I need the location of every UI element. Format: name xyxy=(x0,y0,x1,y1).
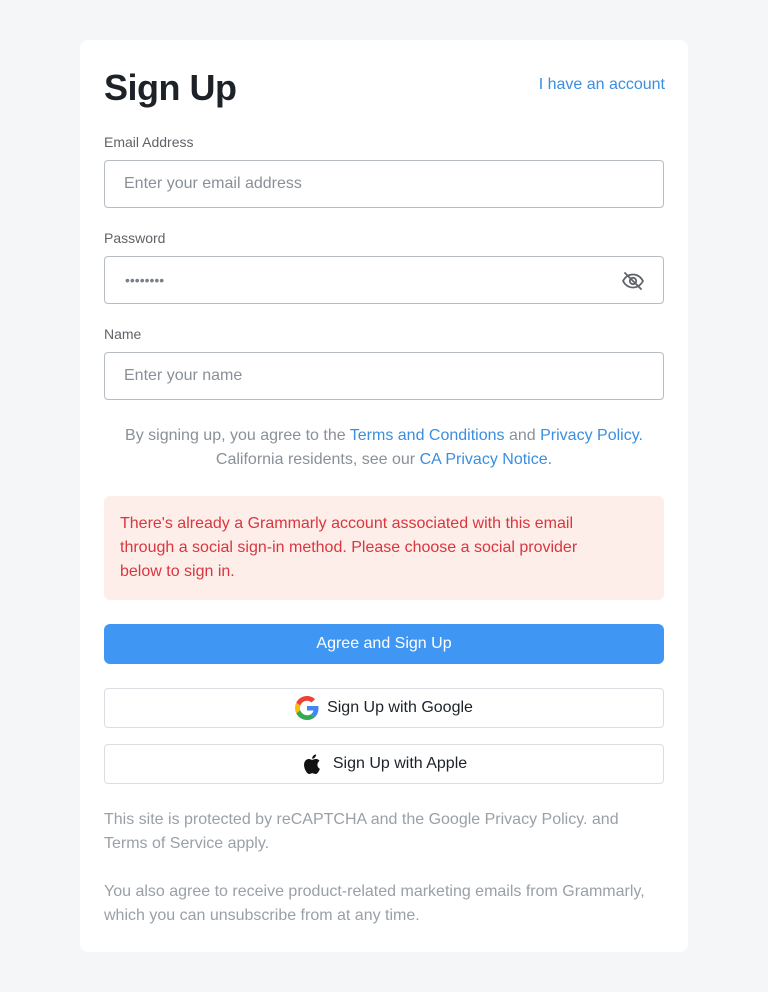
card-header: Sign Up I have an account xyxy=(104,66,665,110)
name-field[interactable] xyxy=(105,353,604,399)
error-message: There's already a Grammarly account asso… xyxy=(120,515,578,580)
signup-card: Sign Up I have an account Email Address … xyxy=(80,40,688,952)
ca-prefix: California residents, see our xyxy=(215,451,420,468)
password-label: Password xyxy=(104,230,166,246)
email-field[interactable] xyxy=(105,161,604,207)
legal-notice: By signing up, you agree to the Terms an… xyxy=(104,424,664,472)
apple-signup-label: Sign Up with Apple xyxy=(332,755,468,772)
email-label: Email Address xyxy=(104,134,194,150)
name-label: Name xyxy=(104,326,142,342)
google-signup-label: Sign Up with Google xyxy=(327,699,473,716)
apple-icon xyxy=(301,752,325,776)
recaptcha-notice: This site is protected by reCAPTCHA and … xyxy=(104,811,619,852)
password-masked-value: •••••••• xyxy=(125,272,165,288)
email-field-box[interactable] xyxy=(104,160,664,208)
password-field[interactable]: •••••••• xyxy=(104,256,664,304)
eye-off-icon[interactable] xyxy=(621,269,645,293)
error-alert: There's already a Grammarly account asso… xyxy=(104,496,664,600)
terms-link[interactable]: Terms and Conditions xyxy=(350,427,505,444)
ca-privacy-link[interactable]: CA Privacy Notice. xyxy=(420,451,552,468)
legal-prefix: By signing up, you agree to the xyxy=(125,427,350,444)
google-signup-button[interactable]: Sign Up with Google xyxy=(104,688,664,728)
marketing-notice: You also agree to receive product-relate… xyxy=(104,883,645,924)
have-account-link[interactable]: I have an account xyxy=(539,76,665,94)
privacy-policy-link[interactable]: Privacy Policy. xyxy=(540,427,643,444)
legal-and: and xyxy=(504,427,541,444)
google-icon xyxy=(295,696,319,720)
agree-signup-button[interactable]: Agree and Sign Up xyxy=(104,624,664,664)
name-field-box[interactable] xyxy=(104,352,664,400)
page-title: Sign Up xyxy=(104,67,237,108)
apple-signup-button[interactable]: Sign Up with Apple xyxy=(104,744,664,784)
